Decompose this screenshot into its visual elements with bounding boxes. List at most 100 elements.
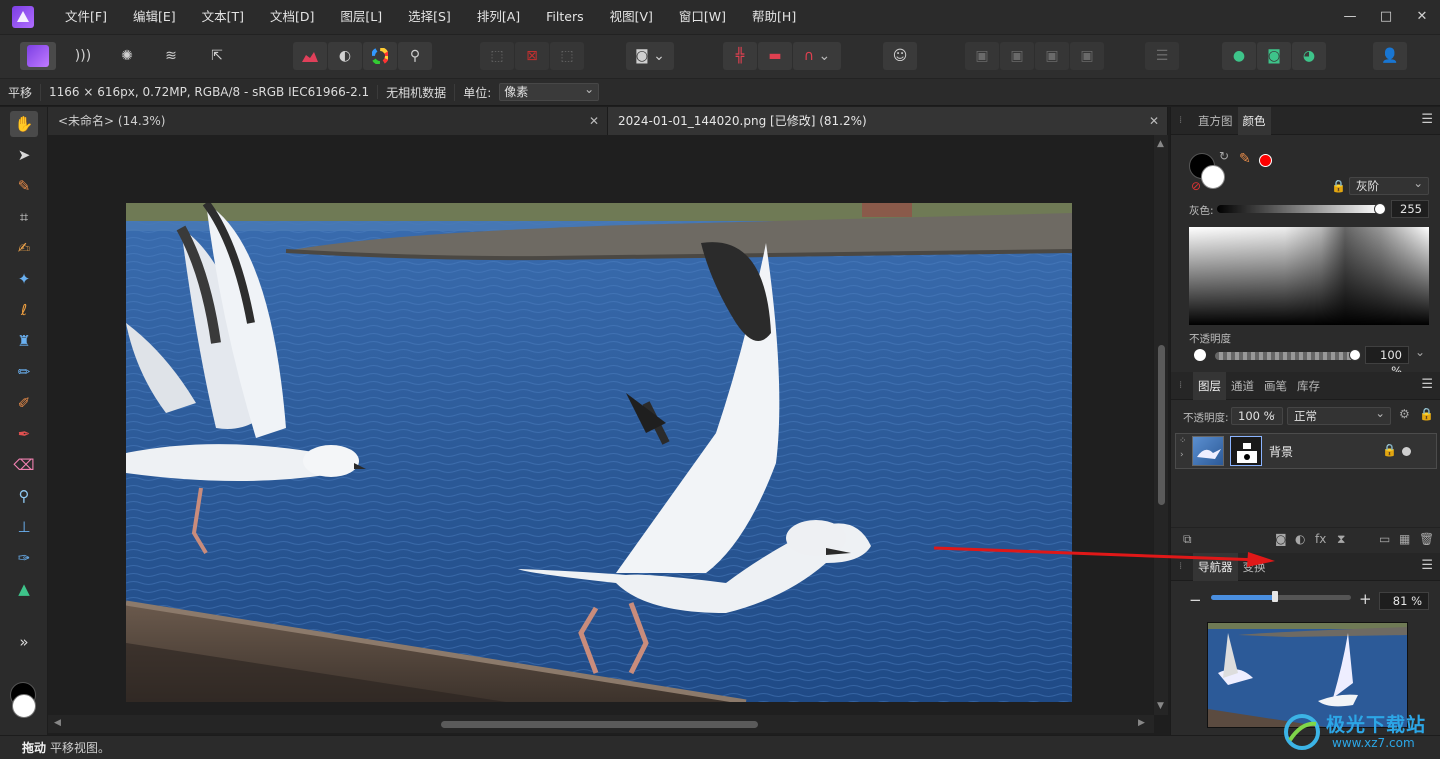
snapping-button[interactable]: ∩ ⌄: [793, 42, 841, 70]
levels-button[interactable]: [293, 42, 327, 70]
layer-visibility-icon[interactable]: [1402, 447, 1411, 456]
lock-icon[interactable]: 🔒: [1419, 407, 1434, 421]
color-spectrum[interactable]: [1189, 227, 1429, 325]
invert-selection-button[interactable]: ⬚: [550, 42, 584, 70]
close-icon[interactable]: ✕: [1149, 107, 1159, 135]
adjustment-icon[interactable]: ◐: [1295, 532, 1305, 546]
arrange-forward-button[interactable]: ▣: [1035, 42, 1069, 70]
menu-text[interactable]: 文本[T]: [189, 0, 257, 34]
delete-layer-icon[interactable]: 🗑: [1419, 532, 1434, 546]
persona-liquify-button[interactable]: ))): [66, 42, 100, 70]
selection-brush-tool[interactable]: ✍: [10, 235, 38, 261]
zoom-in-button[interactable]: +: [1359, 590, 1372, 608]
fx-icon[interactable]: fx: [1315, 532, 1326, 546]
close-window-button[interactable]: ✕: [1404, 0, 1440, 34]
panel-menu-icon[interactable]: ☰: [1421, 558, 1433, 573]
lasso-tool[interactable]: ℓ: [10, 297, 38, 323]
scroll-up-icon[interactable]: ▲: [1157, 139, 1164, 149]
menu-filters[interactable]: Filters: [533, 0, 596, 34]
gray-value-field[interactable]: 255: [1391, 200, 1429, 218]
menu-edit[interactable]: 编辑[E]: [120, 0, 189, 34]
layer-settings-icon[interactable]: ⚙: [1399, 407, 1410, 421]
opacity-dropdown-icon[interactable]: ⌄: [1415, 345, 1425, 359]
color-picker-tool[interactable]: ✎: [10, 173, 38, 199]
add-mask-icon[interactable]: ◙: [1275, 532, 1287, 546]
persona-tonemap-button[interactable]: ≋: [154, 42, 188, 70]
crop-tool[interactable]: ⌗: [10, 204, 38, 230]
select-all-button[interactable]: ⬚: [480, 42, 514, 70]
live-filter-icon[interactable]: ⧗: [1337, 532, 1345, 547]
boolean-subtract-button[interactable]: ◙: [1257, 42, 1291, 70]
horizontal-scroll-thumb[interactable]: [441, 721, 758, 728]
account-button[interactable]: 👤: [1373, 42, 1407, 70]
menu-help[interactable]: 帮助[H]: [739, 0, 809, 34]
quick-mask-button[interactable]: ◙ ⌄: [626, 42, 674, 70]
tab-channels[interactable]: 通道: [1226, 372, 1259, 400]
menu-arrange[interactable]: 排列[A]: [464, 0, 533, 34]
tab-layers[interactable]: 图层: [1193, 371, 1226, 400]
opacity-slider-handle[interactable]: [1349, 349, 1361, 361]
swap-colors-icon[interactable]: ↻: [1219, 149, 1229, 163]
no-color-icon[interactable]: ⊘: [1191, 179, 1201, 193]
arrange-backward-button[interactable]: ▣: [1000, 42, 1034, 70]
scroll-down-icon[interactable]: ▼: [1157, 701, 1164, 711]
flood-fill-tool[interactable]: ♜: [10, 328, 38, 354]
maximize-button[interactable]: □: [1368, 0, 1404, 34]
zoom-slider-handle[interactable]: [1272, 591, 1279, 602]
menu-file[interactable]: 文件[F]: [52, 0, 120, 34]
retouch-tool[interactable]: ✑: [10, 545, 38, 571]
menu-layer[interactable]: 图层[L]: [327, 0, 395, 34]
zoom-out-button[interactable]: −: [1189, 591, 1202, 609]
gray-slider[interactable]: [1217, 205, 1381, 213]
layer-lock-icon[interactable]: 🔒: [1382, 443, 1397, 457]
boolean-intersect-button[interactable]: ◕: [1292, 42, 1326, 70]
vector-tool[interactable]: ▲: [10, 576, 38, 602]
tab-brushes[interactable]: 画笔: [1259, 372, 1292, 400]
scroll-left-icon[interactable]: ◀: [54, 718, 61, 728]
opacity-slider[interactable]: [1215, 352, 1355, 360]
foreground-color-swatch[interactable]: [12, 694, 36, 718]
more-tools-button[interactable]: »: [10, 629, 38, 655]
tab-navigator[interactable]: 导航器: [1193, 552, 1238, 581]
pixel-tool[interactable]: ✒: [10, 421, 38, 447]
dodge-burn-tool[interactable]: ✐: [10, 390, 38, 416]
persona-export-button[interactable]: ⇱: [200, 42, 234, 70]
layer-options-icon[interactable]: ⧉: [1183, 532, 1192, 547]
picked-color-swatch[interactable]: [1259, 154, 1272, 167]
white-balance-button[interactable]: ⚲: [398, 42, 432, 70]
persona-photo-button[interactable]: [20, 42, 56, 70]
panel-menu-icon[interactable]: ☰: [1421, 112, 1433, 127]
tab-color[interactable]: 颜色: [1237, 106, 1271, 135]
move-tool[interactable]: ➤: [10, 142, 38, 168]
opacity-value-field[interactable]: 100 %: [1365, 346, 1409, 378]
gray-slider-handle[interactable]: [1374, 203, 1386, 215]
color-mode-dropdown[interactable]: 灰阶: [1349, 175, 1429, 195]
canvas[interactable]: [48, 135, 1153, 715]
auto-contrast-button[interactable]: ◐: [328, 42, 362, 70]
tab-current-image[interactable]: 2024-01-01_144020.png [已修改] (81.2%) ✕: [608, 107, 1168, 135]
add-pixel-layer-icon[interactable]: ▦: [1399, 532, 1410, 546]
panel-menu-icon[interactable]: ☰: [1421, 377, 1433, 392]
layer-opacity-dropdown[interactable]: 100 %: [1231, 405, 1283, 425]
expand-icon[interactable]: ›: [1180, 450, 1184, 460]
boolean-add-button[interactable]: ●: [1222, 42, 1256, 70]
align-button[interactable]: ☰: [1145, 42, 1179, 70]
zoom-value-field[interactable]: 81 %: [1379, 592, 1429, 610]
arrange-back-button[interactable]: ▣: [965, 42, 999, 70]
menu-view[interactable]: 视图[V]: [597, 0, 666, 34]
hand-tool[interactable]: ✋: [10, 111, 38, 137]
minimize-button[interactable]: —: [1332, 0, 1368, 34]
vertical-scroll-thumb[interactable]: [1158, 345, 1165, 505]
snapping-toggle-button[interactable]: ▬: [758, 42, 792, 70]
tab-stock[interactable]: 库存: [1292, 372, 1325, 400]
tab-untitled[interactable]: <未命名> (14.3%) ✕: [48, 107, 608, 135]
scroll-right-icon[interactable]: ▶: [1138, 718, 1145, 728]
document-image[interactable]: [126, 203, 1072, 702]
fill-well[interactable]: [1201, 165, 1225, 189]
layer-row-background[interactable]: ⁘ › 背景 🔒: [1175, 433, 1437, 469]
unit-select[interactable]: 像素: [499, 81, 600, 101]
zoom-tool[interactable]: ⚲: [10, 483, 38, 509]
color-wheel-button[interactable]: [363, 42, 397, 70]
snapping-grid-button[interactable]: ╬: [723, 42, 757, 70]
deselect-button[interactable]: ⊠: [515, 42, 549, 70]
